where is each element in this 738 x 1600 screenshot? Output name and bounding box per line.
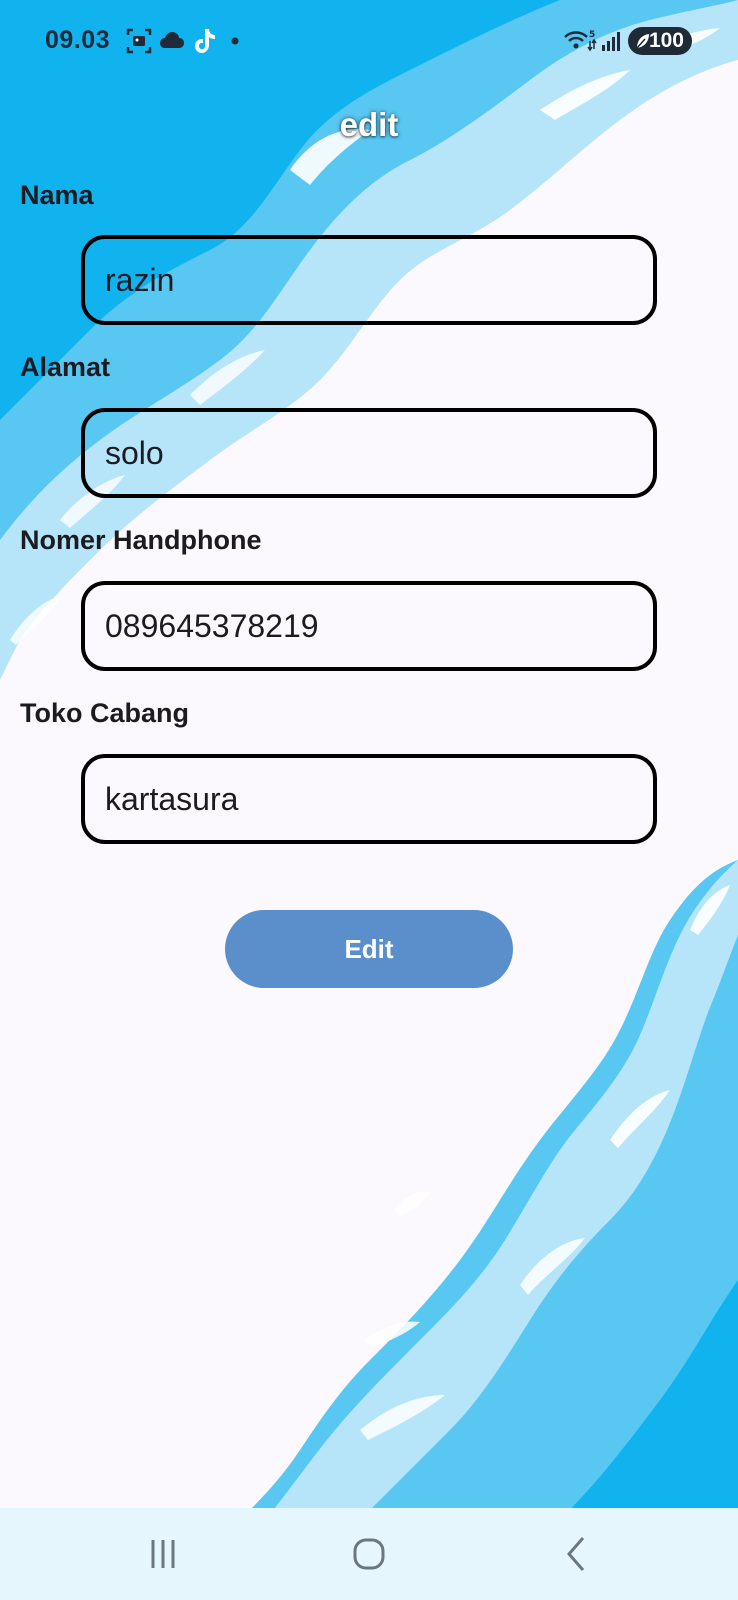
- status-time: 09.03: [45, 26, 111, 54]
- screenshot-icon: [126, 28, 152, 54]
- edit-screen: 09.03 5 100 edit Nama razin Alamat solo …: [0, 0, 738, 1600]
- wifi-icon: 5: [564, 30, 597, 52]
- toko-cabang-label: Toko Cabang: [20, 698, 190, 728]
- tiktok-icon: [195, 29, 215, 53]
- phone-label: Nomer Handphone: [20, 525, 262, 555]
- dot-icon: [231, 37, 239, 45]
- nama-input[interactable]: [81, 235, 657, 325]
- edit-button[interactable]: Edit: [225, 910, 513, 988]
- svg-text:5: 5: [589, 30, 595, 40]
- back-icon[interactable]: [547, 1524, 607, 1584]
- alamat-input[interactable]: [81, 408, 657, 498]
- nama-label: Nama: [20, 180, 94, 210]
- navigation-bar: [0, 1508, 738, 1600]
- battery-level: 100: [648, 29, 684, 52]
- alamat-label: Alamat: [20, 352, 111, 382]
- battery-icon: 100: [628, 27, 692, 55]
- signal-icon: [602, 32, 620, 51]
- home-icon[interactable]: [339, 1524, 399, 1584]
- recent-apps-icon[interactable]: [133, 1524, 193, 1584]
- page-title: edit: [339, 106, 399, 143]
- cloud-icon: [160, 32, 184, 48]
- leaf-icon: [636, 34, 649, 49]
- toko-cabang-input[interactable]: [81, 754, 657, 844]
- phone-input[interactable]: [81, 581, 657, 671]
- status-bar: 09.03 5 100: [0, 0, 738, 82]
